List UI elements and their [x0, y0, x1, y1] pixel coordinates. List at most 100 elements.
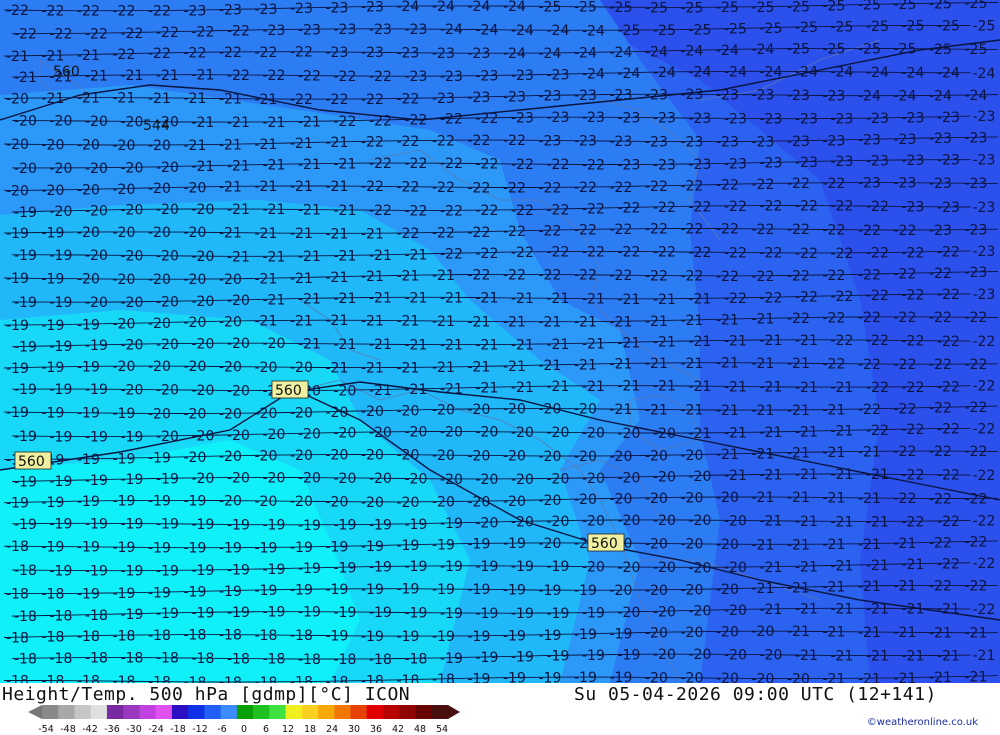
temperature-label: -19 — [582, 648, 605, 664]
temperature-label: -23 — [361, 45, 384, 61]
temperature-label: -22 — [795, 199, 818, 215]
temperature-label: -25 — [831, 19, 854, 35]
temperature-label: -19 — [476, 559, 499, 575]
temperature-label: -20 — [113, 182, 136, 198]
temperature-label: -22 — [539, 223, 562, 239]
temperature-label: -22 — [937, 379, 960, 395]
temperature-label: -22 — [645, 179, 668, 195]
temperature-label: -20 — [468, 448, 491, 464]
temperature-label: -22 — [937, 514, 960, 530]
temperature-label: -21 — [397, 314, 420, 330]
temperature-label: -21 — [184, 91, 207, 107]
temperature-label: -21 — [298, 292, 321, 308]
temperature-label: -22 — [787, 222, 810, 238]
temperature-label: -21 — [326, 135, 349, 151]
temperature-label: -20 — [653, 513, 676, 529]
temperature-label: -21 — [227, 202, 250, 218]
temperature-label: -22 — [894, 357, 917, 373]
temperature-label: -21 — [787, 537, 810, 553]
temperature-label: -19 — [219, 541, 242, 557]
temperature-label: -21 — [468, 360, 491, 376]
temperature-label: -22 — [894, 267, 917, 283]
temperature-label: -22 — [937, 334, 960, 350]
temperature-label: -19 — [77, 494, 100, 510]
temperature-label: -18 — [85, 608, 108, 624]
temperature-label: -21 — [255, 272, 278, 288]
temperature-label: -22 — [397, 226, 420, 242]
temperature-label: -21 — [823, 625, 846, 641]
height-label: 560 — [587, 533, 625, 552]
temperature-label: -20 — [255, 406, 278, 422]
temperature-label: -20 — [263, 336, 286, 352]
temperature-label: -21 — [894, 536, 917, 552]
temperature-label: -18 — [369, 652, 392, 668]
temperature-label: -21 — [716, 447, 739, 463]
temperature-label: -22 — [468, 180, 491, 196]
temperature-label: -21 — [823, 403, 846, 419]
temperature-label: -20 — [476, 425, 499, 441]
temperature-label: -19 — [50, 382, 73, 398]
temperature-label: -19 — [334, 605, 357, 621]
temperature-label: -23 — [468, 46, 491, 62]
temperature-label: -20 — [716, 490, 739, 506]
legend-tick: 6 — [263, 724, 269, 735]
legend-tick: 48 — [414, 724, 426, 735]
temperature-label: -20 — [148, 225, 171, 241]
legend-tick: 42 — [392, 724, 404, 735]
temperature-label: -22 — [902, 380, 925, 396]
temperature-label: -23 — [326, 45, 349, 61]
temperature-label: -19 — [334, 518, 357, 534]
temperature-label: -22 — [645, 222, 668, 238]
temperature-label: -21 — [681, 403, 704, 419]
temperature-label: -21 — [432, 314, 455, 330]
temperature-label: -19 — [610, 626, 633, 642]
temperature-label: -20 — [298, 426, 321, 442]
temperature-label: -20 — [219, 406, 242, 422]
temperature-label: -23 — [681, 135, 704, 151]
temperature-label: -19 — [14, 429, 37, 445]
temperature-label: -19 — [539, 670, 562, 683]
temperature-label: -20 — [219, 494, 242, 510]
temperature-label: -19 — [503, 536, 526, 552]
temperature-label: -22 — [929, 491, 952, 507]
temperature-label: -20 — [440, 425, 463, 441]
height-label-text: 560 — [275, 383, 302, 399]
temperature-label: -22 — [866, 333, 889, 349]
temperature-label: -20 — [148, 138, 171, 154]
temperature-label: -23 — [432, 91, 455, 107]
temperature-label: -20 — [681, 625, 704, 641]
temperature-label: -24 — [689, 65, 712, 81]
temperature-label: -21 — [787, 403, 810, 419]
temperature-label: -22 — [227, 24, 250, 40]
temperature-label: -21 — [823, 672, 846, 683]
temperature-label: -21 — [831, 648, 854, 664]
temperature-label: -20 — [184, 225, 207, 241]
temperature-label: -23 — [831, 154, 854, 170]
temperature-label: -21 — [227, 249, 250, 265]
temperature-label: -21 — [14, 70, 37, 86]
temperature-label: -19 — [77, 317, 100, 333]
temperature-label: -19 — [547, 649, 570, 665]
temperature-label: -19 — [42, 226, 65, 242]
temperature-label: -21 — [255, 179, 278, 195]
temperature-label: -18 — [121, 651, 144, 667]
temperature-label: -21 — [547, 337, 570, 353]
temperature-label: -24 — [539, 46, 562, 62]
temperature-label: -20 — [156, 202, 179, 218]
temperature-label: -19 — [369, 605, 392, 621]
temperature-label: -21 — [298, 202, 321, 218]
temperature-label: -25 — [866, 19, 889, 35]
temperature-label: -18 — [298, 652, 321, 668]
temperature-label: -22 — [902, 514, 925, 530]
map-title: Height/Temp. 500 hPa [gdmp][°C] ICON — [2, 684, 411, 705]
temperature-label: -23 — [361, 0, 384, 16]
temperature-label: -21 — [361, 226, 384, 242]
legend-tick: 12 — [282, 724, 294, 735]
temperature-label: -25 — [929, 42, 952, 58]
temperature-label: -23 — [547, 68, 570, 84]
temperature-label: -24 — [929, 89, 952, 105]
temperature-label: -21 — [653, 292, 676, 308]
legend-swatch — [431, 705, 449, 719]
temperature-label: -20 — [361, 495, 384, 511]
temperature-label: -19 — [227, 517, 250, 533]
